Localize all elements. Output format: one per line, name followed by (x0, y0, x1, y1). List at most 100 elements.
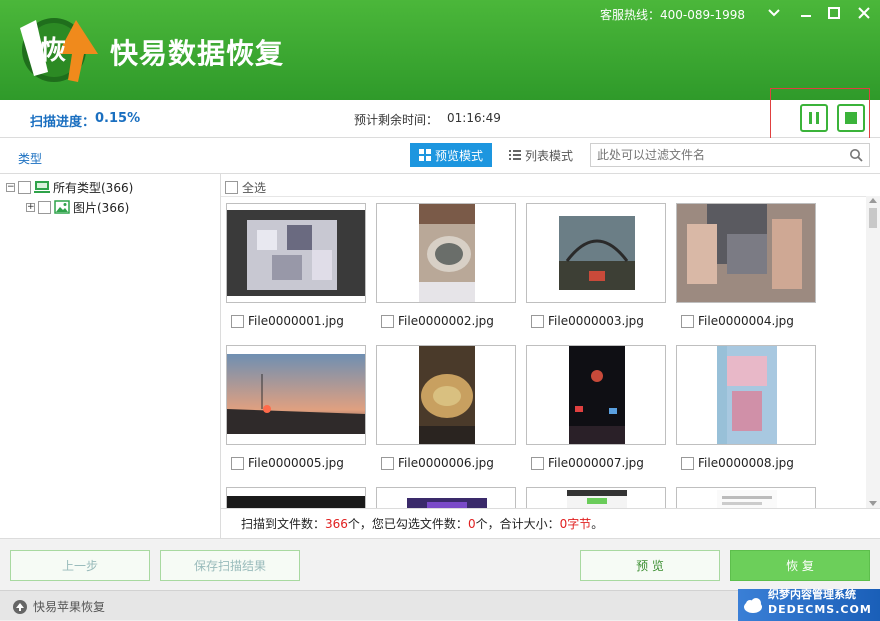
grid-divider (221, 196, 866, 197)
found-label: 扫描到文件数： (241, 517, 326, 531)
list-mode-button[interactable]: 列表模式 (500, 143, 582, 167)
select-all-checkbox[interactable] (225, 181, 238, 194)
preview-button[interactable]: 预 览 (580, 550, 720, 581)
tree-label-pictures: 图片(366) (73, 200, 130, 215)
grid-icon (418, 149, 431, 161)
selected-size: 0字节 (559, 517, 592, 531)
thumbnail-tile-5[interactable] (226, 345, 366, 445)
photo-thumbnail (559, 216, 635, 290)
file-name: File0000006.jpg (398, 456, 494, 470)
file-item-3[interactable]: File0000003.jpg (531, 314, 644, 328)
vertical-scrollbar[interactable] (866, 196, 880, 508)
expand-icon[interactable]: + (26, 202, 35, 212)
thumbnail-tile-12[interactable] (676, 487, 816, 508)
photo-thumbnail (227, 496, 365, 508)
file-checkbox[interactable] (531, 314, 544, 328)
file-name: File0000005.jpg (248, 456, 344, 470)
photo-thumbnail (569, 346, 625, 444)
photo-thumbnail (227, 210, 365, 296)
file-item-1[interactable]: File0000001.jpg (231, 314, 344, 328)
close-icon (858, 7, 870, 19)
apple-recovery-link[interactable]: 快易苹果恢复 (12, 598, 105, 615)
progress-row: 扫描进度： 0.15% 预计剩余时间： 01:16:49 (0, 100, 880, 138)
file-name: File0000003.jpg (548, 314, 644, 328)
photo-thumbnail (677, 204, 815, 302)
app-title: 快易数据恢复 (110, 37, 285, 70)
photo-thumbnail (717, 346, 777, 444)
collapse-icon[interactable]: − (6, 182, 15, 192)
select-all-label: 全选 (242, 181, 267, 195)
found-count: 366 (325, 516, 348, 531)
search-input[interactable] (597, 148, 837, 162)
thumbnail-tile-1[interactable] (226, 203, 366, 303)
file-item-4[interactable]: File0000004.jpg (681, 314, 794, 328)
file-checkbox[interactable] (231, 456, 244, 470)
status-end: 。 (591, 517, 604, 531)
file-item-6[interactable]: File0000006.jpg (381, 456, 494, 470)
window-maximize-button[interactable] (822, 2, 846, 24)
stop-icon (845, 112, 857, 124)
thumbnail-tile-2[interactable] (376, 203, 516, 303)
chevron-down-icon (768, 9, 780, 17)
scroll-down-arrow-icon[interactable] (869, 501, 877, 506)
thumbnail-tile-3[interactable] (526, 203, 666, 303)
selected-unit: 个，合计大小： (475, 517, 560, 531)
footer: 快易苹果恢复 织梦内容管理系统 DEDECMS.COM (0, 588, 880, 621)
scan-progress-value: 0.15% (95, 111, 141, 126)
service-hotline: 客服热线：400-089-1998 (600, 8, 746, 22)
thumbnail-tile-9[interactable] (226, 487, 366, 508)
selected-count: 0 (467, 516, 476, 531)
recovery-logo-icon (13, 599, 27, 614)
photo-thumbnail (717, 490, 777, 508)
file-checkbox[interactable] (381, 314, 394, 328)
view-toolbar: 类型 预览模式 列表模式 (0, 138, 880, 174)
list-icon (508, 150, 521, 160)
file-item-5[interactable]: File0000005.jpg (231, 456, 344, 470)
photo-thumbnail (419, 346, 475, 444)
search-icon[interactable] (849, 148, 863, 162)
thumbnail-tile-10[interactable] (376, 487, 516, 508)
file-checkbox[interactable] (381, 456, 394, 470)
watermark-line-1: 织梦内容管理系统 (768, 588, 856, 601)
file-name: File0000008.jpg (698, 456, 794, 470)
file-item-2[interactable]: File0000002.jpg (381, 314, 494, 328)
computer-icon (34, 181, 50, 193)
window-collapse-button[interactable] (762, 2, 786, 24)
cloud-icon (744, 598, 762, 613)
preview-mode-button[interactable]: 预览模式 (410, 143, 492, 167)
found-unit: 个，您已勾选文件数： (347, 517, 468, 531)
remaining-time-label: 预计剩余时间： (354, 113, 439, 127)
tree-checkbox-pictures[interactable] (38, 200, 51, 214)
save-scan-result-button[interactable]: 保存扫描结果 (160, 550, 300, 581)
thumbnail-tile-6[interactable] (376, 345, 516, 445)
remaining-time-value: 01:16:49 (447, 111, 501, 125)
tree-label-all: 所有类型(366) (53, 180, 134, 195)
file-checkbox[interactable] (231, 314, 244, 328)
file-name: File0000007.jpg (548, 456, 644, 470)
previous-step-button[interactable]: 上一步 (10, 550, 150, 581)
window-minimize-button[interactable] (794, 2, 818, 24)
file-item-7[interactable]: File0000007.jpg (531, 456, 644, 470)
maximize-icon (828, 7, 840, 19)
tree-node-all-types[interactable]: − 所有类型(366) (6, 178, 133, 196)
photo-thumbnail (407, 498, 487, 508)
scroll-thumb[interactable] (869, 208, 877, 228)
stop-button[interactable] (837, 104, 865, 132)
logo-char: 恢 (40, 36, 67, 66)
file-checkbox[interactable] (681, 456, 694, 470)
scroll-up-arrow-icon[interactable] (869, 198, 877, 203)
thumbnail-tile-8[interactable] (676, 345, 816, 445)
file-checkbox[interactable] (681, 314, 694, 328)
pause-button[interactable] (800, 104, 828, 132)
file-checkbox[interactable] (531, 456, 544, 470)
tree-node-pictures[interactable]: + 图片(366) (26, 198, 129, 216)
select-all[interactable]: 全选 (225, 179, 266, 196)
thumbnail-tile-4[interactable] (676, 203, 816, 303)
recover-button[interactable]: 恢 复 (730, 550, 870, 581)
file-item-8[interactable]: File0000008.jpg (681, 456, 794, 470)
thumbnail-tile-7[interactable] (526, 345, 666, 445)
window-close-button[interactable] (852, 2, 876, 24)
thumbnail-tile-11[interactable] (526, 487, 666, 508)
file-name: File0000001.jpg (248, 314, 344, 328)
tree-checkbox-all[interactable] (18, 180, 31, 194)
